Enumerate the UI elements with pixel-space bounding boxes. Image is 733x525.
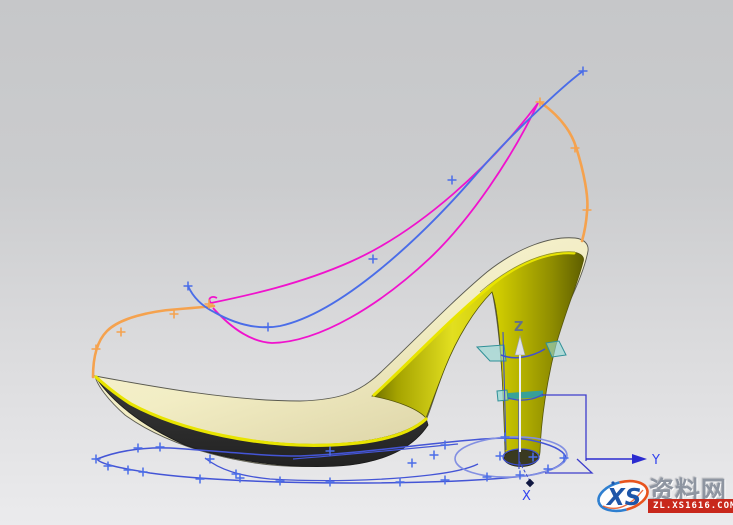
y-axis-arrow bbox=[632, 454, 647, 464]
spline-point-cross[interactable] bbox=[124, 466, 133, 475]
shoe-model[interactable] bbox=[95, 238, 588, 467]
spline-point-cross[interactable] bbox=[276, 477, 285, 486]
spline-point-cross[interactable] bbox=[134, 444, 143, 453]
x-axis-arrow bbox=[526, 479, 534, 487]
spline-point-cross[interactable] bbox=[430, 451, 439, 460]
watermark: XS 资料网 ZL.XS1616.COM bbox=[595, 473, 733, 519]
watermark-logo-badge: XS bbox=[595, 475, 651, 517]
watermark-site-url: ZL.XS1616.COM bbox=[648, 499, 733, 513]
spline-point-cross[interactable] bbox=[232, 470, 241, 479]
watermark-logo-text: XS bbox=[605, 485, 641, 511]
spline-point-cross[interactable] bbox=[408, 459, 417, 468]
x-axis-label: X bbox=[522, 489, 531, 504]
spline-point-cross[interactable] bbox=[516, 471, 525, 480]
spline-point-cross[interactable] bbox=[206, 455, 215, 464]
spline-point-cross[interactable] bbox=[184, 282, 193, 291]
datum-band-tab[interactable] bbox=[497, 390, 508, 401]
sketch-frame[interactable] bbox=[542, 395, 592, 473]
spline-point-cross[interactable] bbox=[196, 475, 205, 484]
spline-point-cross[interactable] bbox=[156, 443, 165, 452]
z-axis-label: Z bbox=[514, 320, 523, 335]
datum-plane-left[interactable] bbox=[477, 345, 506, 361]
cad-viewport[interactable]: Z Y X bbox=[0, 0, 733, 525]
spline-point-cross[interactable] bbox=[441, 476, 450, 485]
spline-point-cross[interactable] bbox=[139, 468, 148, 477]
spline-point-cross[interactable] bbox=[369, 255, 378, 264]
magenta-lower-curve[interactable] bbox=[213, 103, 538, 343]
spline-point-cross[interactable] bbox=[92, 455, 101, 464]
spline-point-cross[interactable] bbox=[92, 345, 101, 354]
spline-point-cross[interactable] bbox=[264, 323, 273, 332]
scene-svg: Z Y X bbox=[0, 0, 733, 525]
y-axis-label: Y bbox=[651, 453, 660, 468]
orange-toe-curve[interactable] bbox=[93, 306, 214, 377]
spline-point-cross[interactable] bbox=[448, 176, 457, 185]
spline-point-cross[interactable] bbox=[326, 478, 335, 487]
spline-point-cross[interactable] bbox=[583, 206, 592, 215]
spline-point-cross[interactable] bbox=[117, 328, 126, 337]
orange-back-curve[interactable] bbox=[540, 102, 587, 241]
